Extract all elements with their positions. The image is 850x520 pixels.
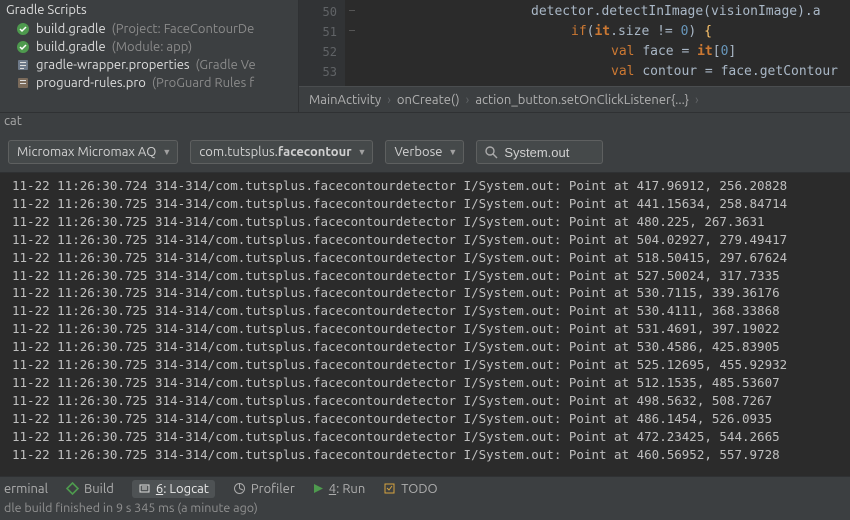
file-name: proguard-rules.pro bbox=[36, 76, 146, 90]
log-line: 11-22 11:26:30.725 314-314/com.tutsplus.… bbox=[12, 446, 850, 464]
breadcrumb-item[interactable]: onCreate() bbox=[397, 93, 460, 107]
log-output[interactable]: 11-22 11:26:30.724 314-314/com.tutsplus.… bbox=[0, 173, 850, 476]
run-icon bbox=[313, 483, 324, 494]
log-level-selector[interactable]: Verbose▼ bbox=[385, 140, 464, 164]
log-line: 11-22 11:26:30.725 314-314/com.tutsplus.… bbox=[12, 213, 850, 231]
log-line: 11-22 11:26:30.725 314-314/com.tutsplus.… bbox=[12, 302, 850, 320]
log-search[interactable] bbox=[476, 140, 603, 164]
breadcrumb-item[interactable]: action_button.setOnClickListener{...} bbox=[475, 93, 689, 107]
profiler-icon bbox=[233, 482, 246, 495]
search-input[interactable] bbox=[504, 145, 594, 160]
code-editor[interactable]: 50 51 52 53 detector.detectInImage(visio… bbox=[298, 0, 850, 112]
tab-run[interactable]: 4: Run bbox=[313, 482, 365, 496]
file-name: gradle-wrapper.properties bbox=[36, 58, 190, 72]
tree-item-wrapper-props[interactable]: gradle-wrapper.properties (Gradle Ve bbox=[4, 56, 294, 74]
gradle-icon bbox=[16, 40, 30, 54]
log-line: 11-22 11:26:30.725 314-314/com.tutsplus.… bbox=[12, 320, 850, 338]
tab-todo[interactable]: TODO bbox=[383, 482, 437, 496]
log-line: 11-22 11:26:30.725 314-314/com.tutsplus.… bbox=[12, 338, 850, 356]
log-line: 11-22 11:26:30.725 314-314/com.tutsplus.… bbox=[12, 231, 850, 249]
device-selector[interactable]: Micromax Micromax AQ▼ bbox=[8, 140, 178, 164]
log-line: 11-22 11:26:30.725 314-314/com.tutsplus.… bbox=[12, 249, 850, 267]
log-line: 11-22 11:26:30.725 314-314/com.tutsplus.… bbox=[12, 195, 850, 213]
chevron-down-icon: ▼ bbox=[358, 147, 367, 157]
logcat-icon bbox=[138, 482, 151, 495]
build-icon bbox=[66, 482, 79, 495]
log-line: 11-22 11:26:30.725 314-314/com.tutsplus.… bbox=[12, 284, 850, 302]
tab-logcat[interactable]: 6: Logcat bbox=[132, 480, 215, 498]
package-selector[interactable]: com.tutsplus.facecontour▼ bbox=[190, 140, 373, 164]
chevron-down-icon: ▼ bbox=[162, 147, 171, 157]
chevron-down-icon: ▼ bbox=[448, 147, 457, 157]
file-name: build.gradle bbox=[36, 40, 106, 54]
properties-icon bbox=[16, 58, 30, 72]
gradle-icon bbox=[16, 22, 30, 36]
tab-profiler[interactable]: Profiler bbox=[233, 482, 295, 496]
tree-item-build-project[interactable]: build.gradle (Project: FaceContourDe bbox=[4, 20, 294, 38]
todo-icon bbox=[383, 482, 396, 495]
tree-header: Gradle Scripts bbox=[4, 2, 294, 20]
status-bar: dle build finished in 9 s 345 ms (a minu… bbox=[0, 500, 850, 520]
log-line: 11-22 11:26:30.725 314-314/com.tutsplus.… bbox=[12, 374, 850, 392]
log-line: 11-22 11:26:30.725 314-314/com.tutsplus.… bbox=[12, 267, 850, 285]
panel-tab-label[interactable]: cat bbox=[0, 112, 850, 132]
log-line: 11-22 11:26:30.725 314-314/com.tutsplus.… bbox=[12, 428, 850, 446]
proguard-icon bbox=[16, 76, 30, 90]
log-line: 11-22 11:26:30.725 314-314/com.tutsplus.… bbox=[12, 392, 850, 410]
tab-terminal[interactable]: erminal bbox=[4, 482, 48, 496]
bottom-tool-tabs: erminal Build 6: Logcat Profiler 4: Run … bbox=[0, 476, 850, 500]
tree-item-build-module[interactable]: build.gradle (Module: app) bbox=[4, 38, 294, 56]
code-content: detector.detectInImage(visionImage).aif(… bbox=[361, 2, 838, 82]
project-tree: Gradle Scripts build.gradle (Project: Fa… bbox=[0, 0, 298, 112]
log-line: 11-22 11:26:30.725 314-314/com.tutsplus.… bbox=[12, 410, 850, 428]
log-line: 11-22 11:26:30.725 314-314/com.tutsplus.… bbox=[12, 356, 850, 374]
tree-item-proguard[interactable]: proguard-rules.pro (ProGuard Rules f bbox=[4, 74, 294, 92]
breadcrumbs[interactable]: MainActivity› onCreate()› action_button.… bbox=[299, 86, 850, 112]
file-name: build.gradle bbox=[36, 22, 106, 36]
tab-build[interactable]: Build bbox=[66, 482, 114, 496]
breadcrumb-item[interactable]: MainActivity bbox=[309, 93, 381, 107]
logcat-toolbar: Micromax Micromax AQ▼ com.tutsplus.facec… bbox=[0, 132, 850, 173]
log-line: 11-22 11:26:30.724 314-314/com.tutsplus.… bbox=[12, 177, 850, 195]
search-icon bbox=[485, 146, 498, 159]
